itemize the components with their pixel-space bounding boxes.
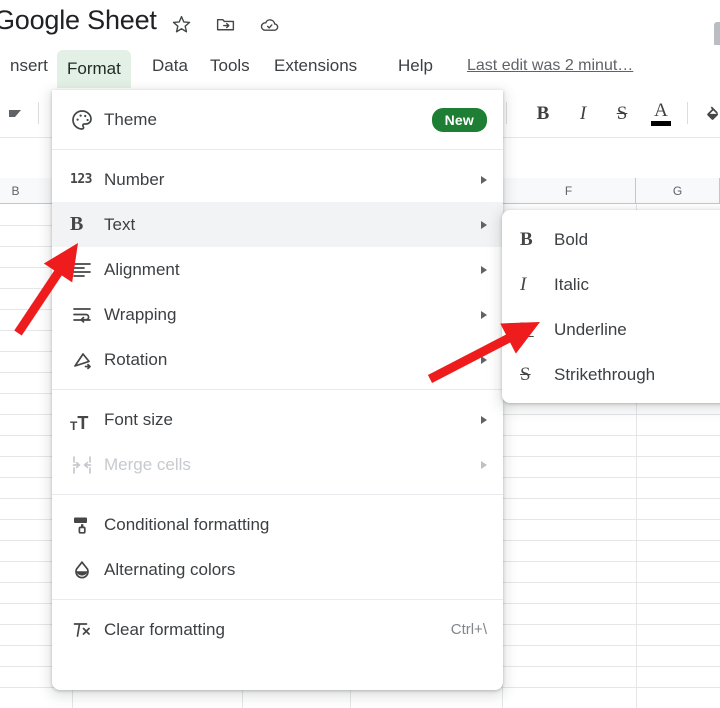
- strikethrough-button[interactable]: S: [607, 98, 637, 128]
- submenu-arrow-icon: [481, 460, 487, 469]
- cloud-saved-icon[interactable]: [256, 11, 282, 37]
- bold-button[interactable]: B: [528, 98, 558, 128]
- italic-icon: I: [520, 273, 527, 295]
- submenu-arrow-icon: [481, 415, 487, 424]
- submenu-option-underline[interactable]: U Underline: [502, 307, 720, 352]
- title-bar: Google Sheet: [0, 0, 720, 50]
- submenu-option-italic[interactable]: I Italic: [502, 262, 720, 307]
- menu-option-label: Font size: [104, 409, 173, 429]
- menu-option-label: Theme: [104, 109, 157, 129]
- submenu-arrow-icon: [481, 265, 487, 274]
- column-header[interactable]: G: [636, 178, 720, 204]
- fill-color-button[interactable]: [699, 98, 720, 128]
- menu-option-label: Wrapping: [104, 304, 177, 324]
- toolbar-separator: [506, 102, 507, 124]
- menu-option-label: Merge cells: [104, 454, 191, 474]
- submenu-arrow-icon: [481, 355, 487, 364]
- document-title[interactable]: Google Sheet: [0, 5, 157, 36]
- menu-option-number[interactable]: 123 Number: [52, 157, 503, 202]
- menu-option-alignment[interactable]: Alignment: [52, 247, 503, 292]
- text-color-button[interactable]: A: [646, 98, 676, 128]
- menu-item-format[interactable]: Format: [57, 50, 131, 88]
- bold-glyph: B: [536, 102, 550, 124]
- submenu-arrow-icon: [481, 220, 487, 229]
- bold-icon: B: [520, 228, 533, 250]
- new-badge: New: [431, 107, 487, 132]
- menu-separator: [52, 599, 503, 600]
- move-to-folder-icon[interactable]: [212, 11, 238, 37]
- submenu-arrow-icon: [481, 310, 487, 319]
- menu-option-text[interactable]: B Text: [52, 202, 503, 247]
- submenu-option-label: Strikethrough: [554, 364, 656, 384]
- submenu-option-bold[interactable]: B Bold: [502, 217, 720, 262]
- menu-item-nsert[interactable]: nsert: [0, 51, 58, 81]
- number-123-icon: 123: [70, 172, 92, 187]
- strikethrough-icon: S: [520, 363, 531, 385]
- menu-option-alternating-colors[interactable]: Alternating colors: [52, 547, 503, 592]
- menu-option-label: Text: [104, 214, 136, 234]
- merge-cells-icon: [70, 453, 104, 477]
- menu-option-label: Alignment: [104, 259, 180, 279]
- menu-separator: [52, 389, 503, 390]
- text-submenu: B Bold I Italic U Underline S Strikethrough: [502, 210, 720, 403]
- rotation-icon: [70, 348, 104, 372]
- submenu-option-label: Bold: [554, 229, 589, 249]
- menu-option-conditional-formatting[interactable]: Conditional formatting: [52, 502, 503, 547]
- column-header[interactable]: F: [502, 178, 636, 204]
- menu-item-data[interactable]: Data: [142, 51, 198, 81]
- text-bold-icon: B: [70, 213, 84, 235]
- clear-formatting-icon: [70, 618, 104, 642]
- underline-icon: U: [520, 318, 534, 340]
- palette-icon: [70, 108, 104, 132]
- paint-roller-icon: [70, 513, 104, 537]
- submenu-option-label: Italic: [554, 274, 589, 294]
- font-size-icon: TT: [70, 412, 89, 433]
- format-dropdown-menu: Theme New 123 Number B Text Alignment Wrapping R…: [52, 90, 503, 690]
- menu-separator: [52, 149, 503, 150]
- menu-option-label: Alternating colors: [104, 559, 236, 579]
- text-color-swatch: [651, 120, 671, 126]
- submenu-option-label: Underline: [554, 319, 627, 339]
- menu-option-theme[interactable]: Theme New: [52, 97, 503, 142]
- menu-option-label: Conditional formatting: [104, 514, 270, 534]
- menu-separator: [52, 494, 503, 495]
- italic-glyph: I: [579, 102, 587, 124]
- menu-option-merge-cells: Merge cells: [52, 442, 503, 487]
- menu-option-wrapping[interactable]: Wrapping: [52, 292, 503, 337]
- toolbar-separator: [687, 102, 688, 124]
- menu-item-tools[interactable]: Tools: [200, 51, 260, 81]
- menu-option-rotation[interactable]: Rotation: [52, 337, 503, 382]
- alternating-colors-icon: [70, 558, 104, 582]
- submenu-arrow-icon: [481, 175, 487, 184]
- text-color-glyph: A: [654, 99, 668, 121]
- star-icon[interactable]: [168, 11, 194, 37]
- toolbar-separator: [38, 102, 39, 124]
- keyboard-shortcut: Ctrl+\: [450, 621, 487, 638]
- italic-button[interactable]: I: [568, 98, 598, 128]
- last-edit-status[interactable]: Last edit was 2 minut…: [467, 57, 633, 75]
- menu-option-label: Clear formatting: [104, 619, 225, 639]
- menu-option-clear-formatting[interactable]: Clear formatting Ctrl+\: [52, 607, 503, 652]
- google-sheets-window: B FG Google Sheet nsert Format Data Tools Ext…: [0, 0, 720, 708]
- menu-item-extensions[interactable]: Extensions: [264, 51, 367, 81]
- menu-option-font-size[interactable]: T T Font size: [52, 397, 503, 442]
- wrapping-icon: [70, 303, 104, 327]
- submenu-option-strikethrough[interactable]: S Strikethrough: [502, 352, 720, 397]
- menu-bar: nsert Format Data Tools Extensions Help Last e…: [0, 45, 720, 90]
- menu-option-label: Rotation: [104, 349, 168, 369]
- alignment-icon: [70, 258, 104, 282]
- toolbar-dropdown-caret[interactable]: [0, 98, 30, 128]
- menu-item-help[interactable]: Help: [388, 51, 443, 81]
- menu-option-label: Number: [104, 169, 165, 189]
- strikethrough-glyph: S: [616, 102, 628, 124]
